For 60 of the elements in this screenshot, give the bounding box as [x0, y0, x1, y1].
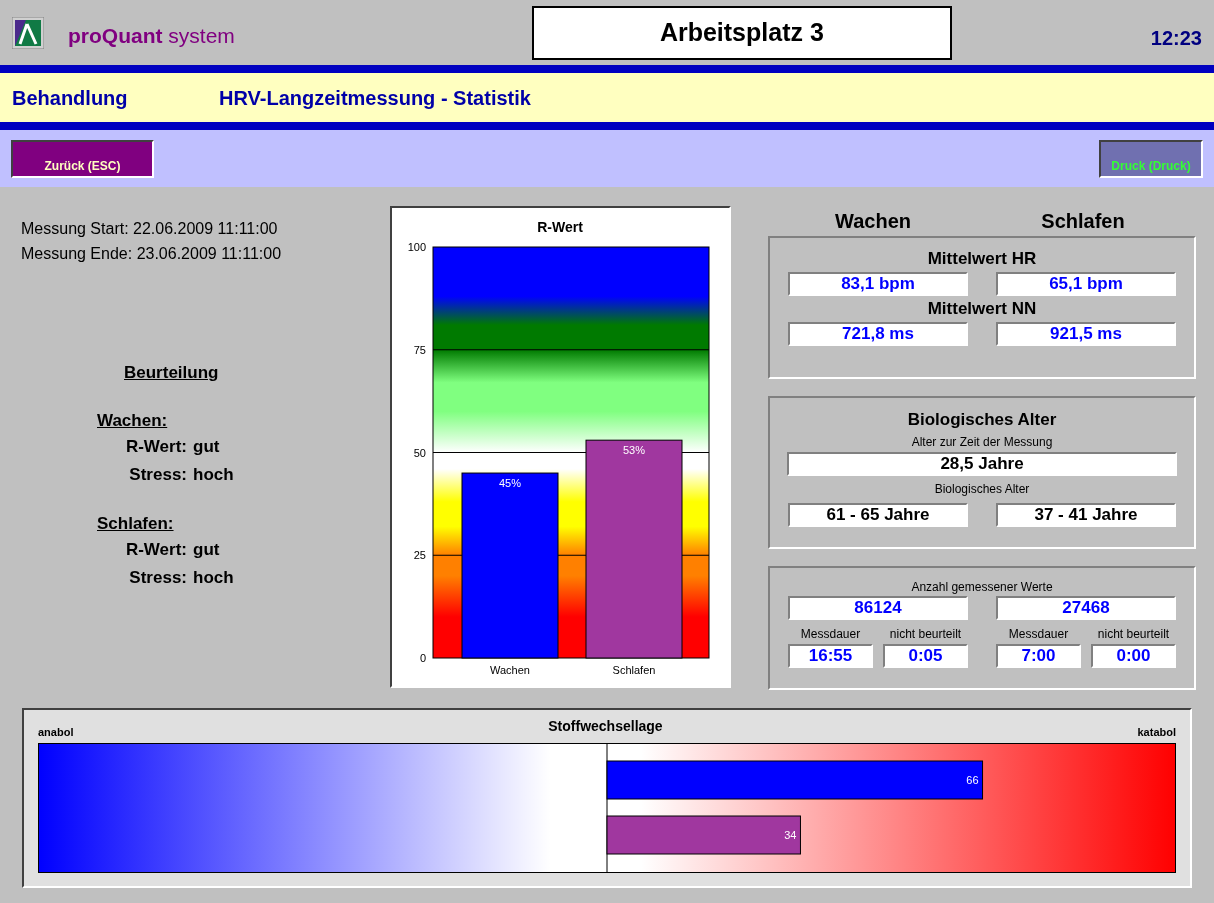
field-caption: Anzahl gemessener Werte — [911, 578, 1053, 596]
panel-heading: Mittelwert NN — [927, 298, 1037, 320]
assessment-value: gut — [193, 538, 220, 561]
back-button[interactable]: Zurück (ESC) — [11, 139, 154, 178]
anabol-label: anabol — [38, 724, 74, 740]
assessment-label: R-Wert: — [124, 435, 187, 458]
axis-tick-label: 0 — [419, 652, 426, 664]
column-heading: Wachen — [834, 209, 912, 234]
value-field: 921,5 ms — [996, 322, 1176, 346]
value-field: 61 - 65 Jahre — [788, 502, 968, 527]
axis-tick-label: 50 — [413, 446, 426, 459]
clock: 12:23 — [1150, 25, 1202, 51]
bar-value-label: 45% — [499, 477, 521, 490]
category-label: Schlafen — [612, 664, 656, 676]
value-field: 16:55 — [788, 643, 873, 668]
bar-value-label: 53% — [623, 444, 645, 457]
logo-icon — [12, 16, 44, 49]
field-caption: Alter zur Zeit der Messung — [911, 433, 1053, 451]
chart-title: Stoffwechsellage — [548, 717, 663, 736]
section-title: Behandlung — [12, 85, 129, 111]
measurement-time: Messung Start: 22.06.2009 11:11:00 — [21, 219, 279, 239]
axis-tick-label: 25 — [413, 549, 426, 562]
bar-value-label: 66 — [966, 774, 979, 786]
bar-value-label: 34 — [784, 829, 797, 841]
product-name: proQuant system — [68, 22, 235, 49]
assessment-heading: Beurteilung — [124, 362, 220, 384]
field-caption: Biologisches Alter — [934, 480, 1030, 498]
field-caption: Messdauer — [1008, 625, 1069, 643]
value-field: 27468 — [996, 595, 1176, 620]
assessment-value: hoch — [193, 463, 234, 486]
page-title: HRV-Langzeitmessung - Statistik — [219, 85, 531, 111]
category-label: Wachen — [490, 664, 530, 676]
workstation-title: Arbeitsplatz 3 — [531, 5, 952, 60]
value-field: 0:05 — [883, 643, 968, 668]
age-field: 28,5 Jahre — [787, 451, 1177, 476]
assessment-label: Stress: — [128, 566, 187, 589]
field-caption: nicht beurteilt — [889, 625, 962, 643]
assessment-value: gut — [193, 435, 220, 458]
value-field: 0:00 — [1091, 643, 1176, 668]
assessment-label: R-Wert: — [124, 538, 187, 561]
axis-tick-label: 100 — [407, 241, 426, 253]
panel-heading: Biologisches Alter — [907, 408, 1057, 431]
assessment-label: Stress: — [128, 463, 187, 486]
value-field: 83,1 bpm — [788, 272, 968, 296]
group-heading: Wachen: — [97, 409, 169, 432]
field-caption: nicht beurteilt — [1097, 625, 1170, 643]
column-heading: Schlafen — [1040, 209, 1126, 234]
assessment-value: hoch — [193, 566, 234, 589]
value-field: 86124 — [788, 595, 968, 620]
axis-tick-label: 75 — [413, 343, 426, 356]
value-field: 7:00 — [996, 643, 1081, 668]
value-field: 65,1 bpm — [996, 272, 1176, 296]
katabol-label: katabol — [1137, 724, 1176, 740]
value-field: 721,8 ms — [788, 322, 968, 346]
field-caption: Messdauer — [800, 625, 861, 643]
group-heading: Schlafen: — [97, 512, 175, 535]
measurement-time: Messung Ende: 23.06.2009 11:11:00 — [21, 244, 283, 264]
value-field: 37 - 41 Jahre — [996, 502, 1176, 527]
panel-heading: Mittelwert HR — [927, 248, 1037, 270]
chart-title: R-Wert — [537, 219, 583, 235]
